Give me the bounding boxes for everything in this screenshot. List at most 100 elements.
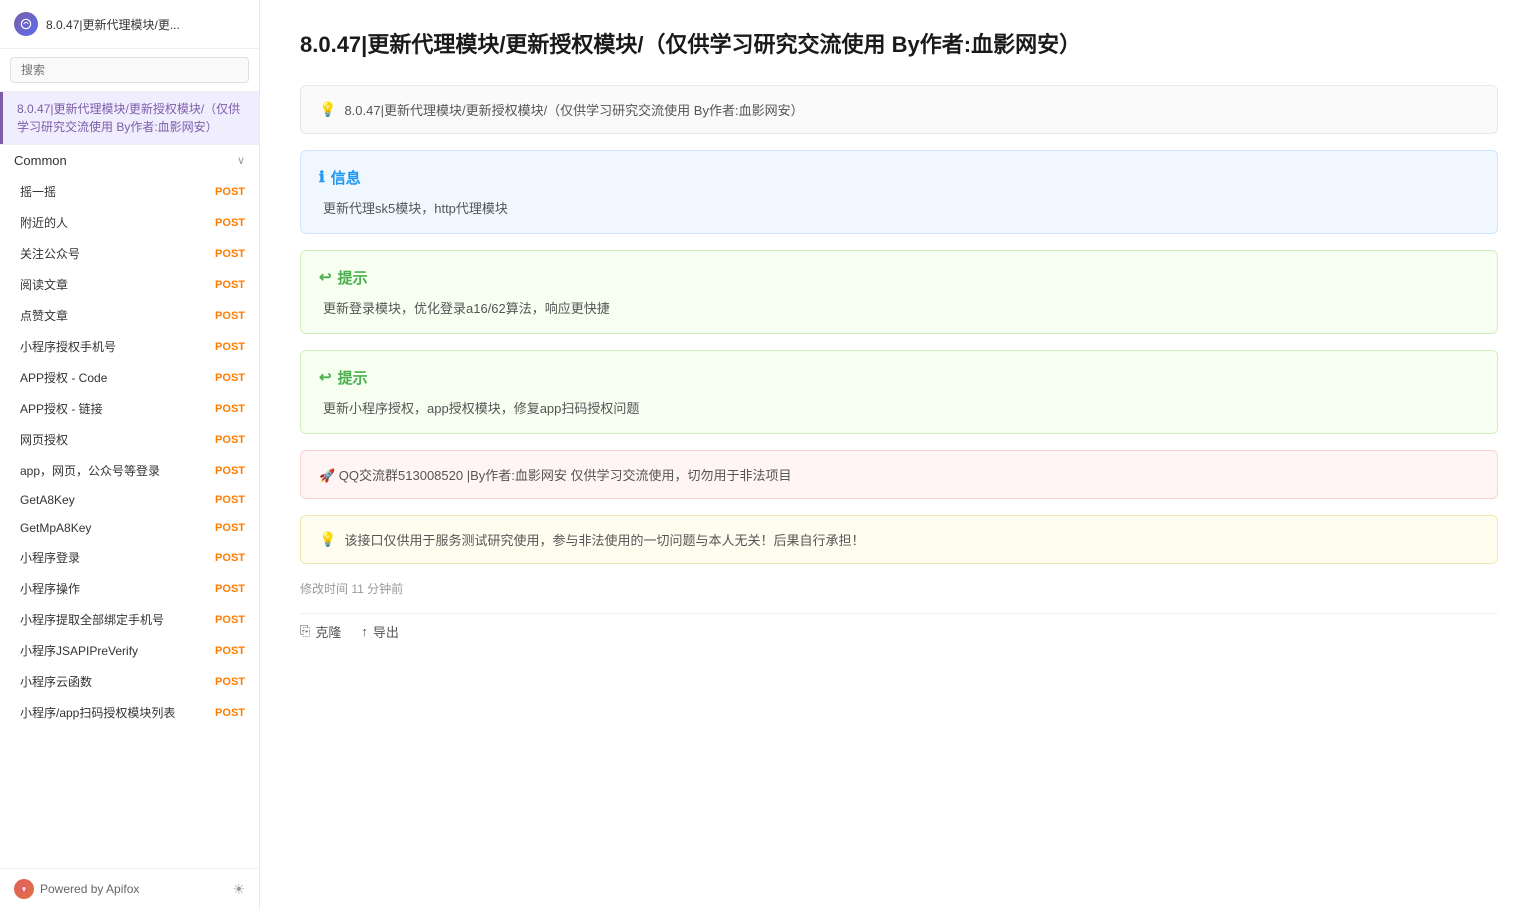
red-card-text: 🚀 QQ交流群513008520 |By作者:血影网安 仅供学习交流使用，切勿用… bbox=[319, 465, 791, 484]
footer-brand-text: Powered by Apifox bbox=[40, 882, 139, 896]
sidebar-header: 8.0.47|更新代理模块/更... bbox=[0, 0, 259, 49]
nav-item-method: POST bbox=[215, 372, 245, 384]
green-card-2-title: 提示 bbox=[338, 367, 368, 388]
nav-item-method: POST bbox=[215, 186, 245, 198]
info-circle-icon: ℹ bbox=[319, 168, 325, 186]
nav-list-item[interactable]: APP授权 - 链接 POST bbox=[0, 393, 259, 424]
nav-list-item[interactable]: app，网页，公众号等登录 POST bbox=[0, 455, 259, 486]
tip-icon-1: ↩ bbox=[319, 268, 332, 286]
nav-section-common[interactable]: Common ∨ bbox=[0, 144, 259, 176]
nav-list-item[interactable]: 小程序提取全部绑定手机号 POST bbox=[0, 604, 259, 635]
nav-item-method: POST bbox=[215, 248, 245, 260]
apifox-logo bbox=[14, 879, 34, 899]
nav-item-name: 关注公众号 bbox=[20, 245, 215, 262]
nav-item-name: GetMpA8Key bbox=[20, 521, 215, 535]
sidebar: 8.0.47|更新代理模块/更... 8.0.47|更新代理模块/更新授权模块/… bbox=[0, 0, 260, 909]
nav-item-method: POST bbox=[215, 614, 245, 626]
main-content: 8.0.47|更新代理模块/更新授权模块/（仅供学习研究交流使用 By作者:血影… bbox=[260, 0, 1538, 909]
nav-list-item[interactable]: 小程序登录 POST bbox=[0, 542, 259, 573]
search-container bbox=[0, 49, 259, 92]
nav-item-name: 小程序提取全部绑定手机号 bbox=[20, 611, 215, 628]
nav-item-method: POST bbox=[215, 676, 245, 688]
modify-time: 修改时间 11 分钟前 bbox=[300, 580, 1498, 597]
nav-item-name: APP授权 - 链接 bbox=[20, 400, 215, 417]
nav-list-item[interactable]: APP授权 - Code POST bbox=[0, 362, 259, 393]
nav-item-method: POST bbox=[215, 645, 245, 657]
nav-item-method: POST bbox=[215, 552, 245, 564]
action-bar: ⎘ 克隆 ↑ 导出 bbox=[300, 613, 1498, 645]
sidebar-title: 8.0.47|更新代理模块/更... bbox=[46, 16, 245, 33]
footer-brand: Powered by Apifox bbox=[14, 879, 139, 899]
sidebar-nav: 8.0.47|更新代理模块/更新授权模块/（仅供学习研究交流使用 By作者:血影… bbox=[0, 92, 259, 868]
nav-item-name: 小程序授权手机号 bbox=[20, 338, 215, 355]
page-title: 8.0.47|更新代理模块/更新授权模块/（仅供学习研究交流使用 By作者:血影… bbox=[300, 30, 1498, 61]
search-input[interactable] bbox=[10, 57, 249, 83]
nav-item-method: POST bbox=[215, 583, 245, 595]
nav-item-method: POST bbox=[215, 465, 245, 477]
nav-item-method: POST bbox=[215, 434, 245, 446]
nav-item-name: 附近的人 bbox=[20, 214, 215, 231]
green-card-2: ↩ 提示 更新小程序授权，app授权模块，修复app扫码授权问题 bbox=[300, 350, 1498, 434]
nav-item-name: 摇一摇 bbox=[20, 183, 215, 200]
settings-icon[interactable]: ☀ bbox=[232, 881, 245, 898]
chevron-down-icon: ∨ bbox=[237, 154, 245, 167]
bulb-icon: 💡 bbox=[319, 101, 336, 118]
nav-list-item[interactable]: 小程序JSAPIPreVerify POST bbox=[0, 635, 259, 666]
nav-list-item[interactable]: GetMpA8Key POST bbox=[0, 514, 259, 542]
nav-item-method: POST bbox=[215, 707, 245, 719]
nav-item-name: 小程序JSAPIPreVerify bbox=[20, 642, 215, 659]
nav-item-name: 点赞文章 bbox=[20, 307, 215, 324]
nav-item-name: 小程序/app扫码授权模块列表 bbox=[20, 704, 215, 721]
active-nav-item-text: 8.0.47|更新代理模块/更新授权模块/（仅供学习研究交流使用 By作者:血影… bbox=[17, 100, 245, 136]
green-card-2-header: ↩ 提示 bbox=[319, 367, 1479, 388]
nav-list-item[interactable]: 小程序授权手机号 POST bbox=[0, 331, 259, 362]
blue-card-header: ℹ 信息 bbox=[319, 167, 1479, 188]
nav-list-item[interactable]: 附近的人 POST bbox=[0, 207, 259, 238]
tip-icon-2: ↩ bbox=[319, 368, 332, 386]
green-card-1-header: ↩ 提示 bbox=[319, 267, 1479, 288]
export-button[interactable]: ↑ 导出 bbox=[361, 618, 399, 645]
red-card: 🚀 QQ交流群513008520 |By作者:血影网安 仅供学习交流使用，切勿用… bbox=[300, 450, 1498, 499]
clone-button[interactable]: ⎘ 克隆 bbox=[300, 618, 341, 645]
nav-list-item[interactable]: GetA8Key POST bbox=[0, 486, 259, 514]
nav-item-method: POST bbox=[215, 341, 245, 353]
nav-section-label: Common bbox=[14, 153, 67, 168]
nav-item-name: GetA8Key bbox=[20, 493, 215, 507]
nav-item-method: POST bbox=[215, 403, 245, 415]
nav-item-method: POST bbox=[215, 522, 245, 534]
nav-item-method: POST bbox=[215, 494, 245, 506]
green-card-1-body: 更新登录模块，优化登录a16/62算法，响应更快捷 bbox=[319, 298, 1479, 317]
info-card: 💡 8.0.47|更新代理模块/更新授权模块/（仅供学习研究交流使用 By作者:… bbox=[300, 85, 1498, 134]
nav-list-item[interactable]: 摇一摇 POST bbox=[0, 176, 259, 207]
green-card-2-body: 更新小程序授权，app授权模块，修复app扫码授权问题 bbox=[319, 398, 1479, 417]
yellow-card-text: 该接口仅供用于服务测试研究使用，参与非法使用的一切问题与本人无关！后果自行承担！ bbox=[344, 530, 864, 549]
blue-card-title: 信息 bbox=[331, 167, 361, 188]
sidebar-footer: Powered by Apifox ☀ bbox=[0, 868, 259, 909]
nav-item-name: 小程序登录 bbox=[20, 549, 215, 566]
green-card-1: ↩ 提示 更新登录模块，优化登录a16/62算法，响应更快捷 bbox=[300, 250, 1498, 334]
nav-item-name: app，网页，公众号等登录 bbox=[20, 462, 215, 479]
clone-icon: ⎘ bbox=[300, 623, 310, 639]
nav-item-name: 网页授权 bbox=[20, 431, 215, 448]
info-card-text: 8.0.47|更新代理模块/更新授权模块/（仅供学习研究交流使用 By作者:血影… bbox=[344, 100, 803, 119]
nav-item-method: POST bbox=[215, 217, 245, 229]
clone-label: 克隆 bbox=[315, 622, 341, 641]
nav-list-item[interactable]: 关注公众号 POST bbox=[0, 238, 259, 269]
nav-item-method: POST bbox=[215, 279, 245, 291]
warning-bulb-icon: 💡 bbox=[319, 531, 336, 548]
green-card-1-title: 提示 bbox=[338, 267, 368, 288]
nav-items-list: 摇一摇 POST 附近的人 POST 关注公众号 POST 阅读文章 POST … bbox=[0, 176, 259, 728]
active-nav-item[interactable]: 8.0.47|更新代理模块/更新授权模块/（仅供学习研究交流使用 By作者:血影… bbox=[0, 92, 259, 144]
nav-item-name: 阅读文章 bbox=[20, 276, 215, 293]
nav-list-item[interactable]: 小程序/app扫码授权模块列表 POST bbox=[0, 697, 259, 728]
nav-item-name: 小程序操作 bbox=[20, 580, 215, 597]
export-label: 导出 bbox=[373, 622, 399, 641]
nav-list-item[interactable]: 网页授权 POST bbox=[0, 424, 259, 455]
nav-list-item[interactable]: 阅读文章 POST bbox=[0, 269, 259, 300]
nav-list-item[interactable]: 小程序云函数 POST bbox=[0, 666, 259, 697]
nav-item-method: POST bbox=[215, 310, 245, 322]
blue-info-card: ℹ 信息 更新代理sk5模块，http代理模块 bbox=[300, 150, 1498, 234]
nav-list-item[interactable]: 点赞文章 POST bbox=[0, 300, 259, 331]
nav-list-item[interactable]: 小程序操作 POST bbox=[0, 573, 259, 604]
app-logo bbox=[14, 12, 38, 36]
